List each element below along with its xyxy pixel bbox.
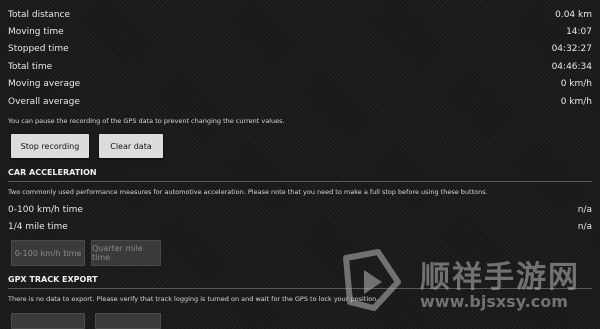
accel-value: n/a: [577, 222, 592, 232]
gpx-note: There is no data to export. Please verif…: [8, 295, 379, 303]
watermark-text: 顺祥手游网: [420, 260, 580, 295]
stat-row-total-time: Total time 04:46:34: [8, 62, 592, 72]
stop-recording-button[interactable]: Stop recording: [11, 134, 89, 158]
stat-label: Stopped time: [8, 44, 69, 54]
section-title-car-acceleration: CAR ACCELERATION: [8, 168, 97, 177]
share-button-partial[interactable]: [95, 313, 161, 329]
clear-data-button[interactable]: Clear data: [99, 134, 163, 158]
play-logo-icon: [343, 249, 401, 311]
watermark: 顺祥手游网 www.bjsxsy.com: [340, 248, 590, 318]
section-divider: [8, 181, 592, 182]
stat-row-moving-average: Moving average 0 km/h: [8, 79, 592, 89]
stat-value: 04:32:27: [551, 44, 592, 54]
stat-value: 0 km/h: [560, 97, 592, 107]
stat-value: 04:46:34: [551, 62, 592, 72]
stat-label: Moving average: [8, 79, 81, 89]
accel-row-0-100: 0-100 km/h time n/a: [8, 205, 592, 215]
stat-label: Overall average: [8, 97, 80, 107]
stat-row-total-distance: Total distance 0.04 km: [8, 10, 592, 20]
export-button-partial[interactable]: [11, 313, 85, 329]
accel-label: 0-100 km/h time: [8, 205, 83, 215]
acceleration-note: Two commonly used performance measures f…: [8, 188, 488, 196]
stat-value: 0 km/h: [560, 79, 592, 89]
stat-label: Total time: [8, 62, 53, 72]
stat-row-stopped-time: Stopped time 04:32:27: [8, 44, 592, 54]
stat-label: Total distance: [8, 10, 71, 20]
accel-label: 1/4 mile time: [8, 222, 68, 232]
stat-value: 14:07: [566, 27, 592, 37]
stat-row-overall-average: Overall average 0 km/h: [8, 97, 592, 107]
recording-note: You can pause the recording of the GPS d…: [8, 117, 285, 125]
section-title-gpx-export: GPX TRACK EXPORT: [8, 275, 98, 284]
accel-row-quarter-mile: 1/4 mile time n/a: [8, 222, 592, 232]
stat-label: Moving time: [8, 27, 64, 37]
watermark-url: www.bjsxsy.com: [420, 292, 568, 311]
accel-value: n/a: [577, 205, 592, 215]
stat-value: 0.04 km: [555, 10, 592, 20]
measure-quarter-mile-button[interactable]: Quarter mile time: [91, 240, 161, 266]
stat-row-moving-time: Moving time 14:07: [8, 27, 592, 37]
measure-0-100-button[interactable]: 0-100 km/h time: [11, 240, 85, 266]
